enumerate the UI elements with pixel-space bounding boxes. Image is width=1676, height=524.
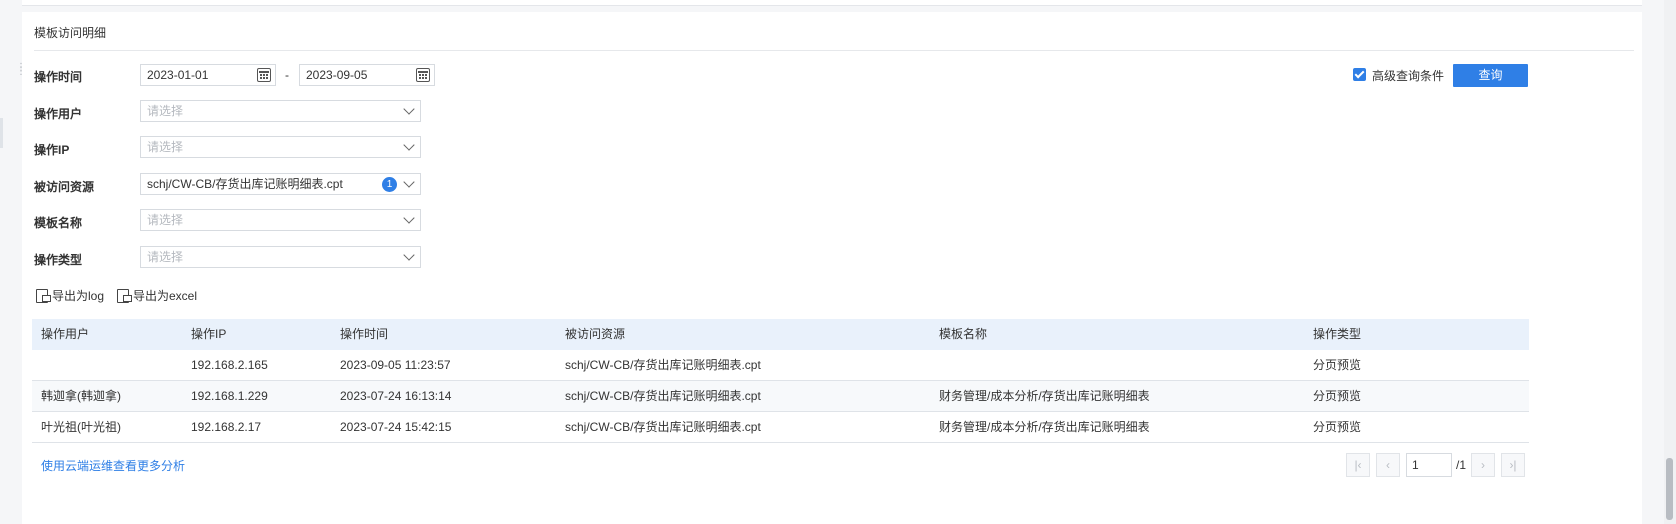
export-file-icon [117, 289, 132, 303]
left-edge-tab [0, 118, 3, 148]
panel-title: 模板访问明细 [34, 26, 107, 40]
table-row[interactable]: 叶光祖(叶光祖) 192.168.2.17 2023-07-24 15:42:1… [32, 412, 1529, 443]
table-row[interactable]: 韩迦拿(韩迦拿) 192.168.1.229 2023-07-24 16:13:… [32, 381, 1529, 412]
table-row[interactable]: 192.168.2.165 2023-09-05 11:23:57 schj/C… [32, 350, 1529, 381]
table-cell: 分页预览 [1313, 358, 1362, 372]
start-date-input[interactable]: 2023-01-01 [140, 64, 276, 86]
table-cell: 192.168.2.17 [191, 420, 262, 434]
operation-type-label: 操作类型 [34, 253, 83, 267]
table-cell: 叶光祖(叶光祖) [41, 420, 121, 434]
chevron-down-icon [403, 176, 415, 188]
column-header: 被访问资源 [565, 327, 626, 341]
chevron-down-icon [403, 212, 415, 224]
operation-user-select[interactable]: 请选择 [140, 100, 421, 122]
select-placeholder: 请选择 [147, 213, 184, 227]
table-cell: 2023-07-24 16:13:14 [340, 389, 452, 403]
export-excel-button[interactable]: 导出为excel [117, 287, 197, 304]
vertical-scrollbar[interactable] [1664, 0, 1676, 524]
advanced-query-checkbox[interactable] [1353, 68, 1366, 81]
export-log-label: 导出为log [52, 289, 105, 303]
export-file-icon [36, 289, 51, 303]
last-page-icon[interactable]: ›| [1501, 453, 1525, 477]
table-cell: schj/CW-CB/存货出库记账明细表.cpt [565, 420, 761, 434]
export-log-button[interactable]: 导出为log [36, 287, 104, 304]
select-placeholder: 请选择 [147, 104, 184, 118]
operation-ip-select[interactable]: 请选择 [140, 136, 421, 158]
operation-user-label: 操作用户 [34, 107, 83, 121]
next-page-icon[interactable]: › [1471, 453, 1495, 477]
column-header: 操作类型 [1313, 327, 1362, 341]
table-cell: 192.168.2.165 [191, 358, 268, 372]
scrollbar-thumb[interactable] [1666, 458, 1673, 520]
advanced-query-label[interactable]: 高级查询条件 [1372, 67, 1444, 84]
table-cell: 韩迦拿(韩迦拿) [41, 389, 121, 403]
more-analysis-link[interactable]: 使用云端运维查看更多分析 [41, 457, 185, 474]
operation-time-label: 操作时间 [34, 70, 83, 84]
export-excel-label: 导出为excel [133, 289, 198, 303]
template-name-label: 模板名称 [34, 216, 83, 230]
table-cell: 192.168.1.229 [191, 389, 268, 403]
chevron-down-icon [403, 103, 415, 115]
calendar-icon[interactable] [416, 68, 430, 82]
table-cell: 2023-07-24 15:42:15 [340, 420, 452, 434]
template-name-select[interactable]: 请选择 [140, 209, 421, 231]
table-cell: 财务管理/成本分析/存货出库记账明细表 [939, 420, 1150, 434]
template-access-panel: 模板访问明细 操作时间 2023-01-01 - 2023-09-05 操作用户… [22, 12, 1642, 524]
first-page-icon[interactable]: |‹ [1346, 453, 1370, 477]
page-number-input[interactable]: 1 [1406, 453, 1452, 477]
table-cell: 分页预览 [1313, 420, 1362, 434]
table-cell: 2023-09-05 11:23:57 [340, 358, 451, 372]
divider [34, 50, 1634, 51]
table-cell: schj/CW-CB/存货出库记账明细表.cpt [565, 358, 761, 372]
table-cell: 财务管理/成本分析/存货出库记账明细表 [939, 389, 1150, 403]
table-cell: schj/CW-CB/存货出库记账明细表.cpt [565, 389, 761, 403]
operation-type-select[interactable]: 请选择 [140, 246, 421, 268]
page-total: /1 [1456, 458, 1467, 472]
column-header: 操作IP [191, 327, 227, 341]
visited-resource-label: 被访问资源 [34, 180, 95, 194]
operation-ip-label: 操作IP [34, 143, 70, 157]
calendar-icon[interactable] [257, 68, 271, 82]
column-header: 操作时间 [340, 327, 389, 341]
table-cell: 分页预览 [1313, 389, 1362, 403]
chevron-down-icon [403, 249, 415, 261]
access-table: 操作用户 操作IP 操作时间 被访问资源 模板名称 操作类型 192.168.2… [32, 319, 1529, 443]
selected-resource-value: schj/CW-CB/存货出库记账明细表.cpt [147, 177, 343, 191]
select-placeholder: 请选择 [147, 140, 184, 154]
start-date-value: 2023-01-01 [147, 68, 209, 82]
end-date-value: 2023-09-05 [306, 68, 368, 82]
date-separator: - [285, 68, 289, 82]
chevron-down-icon [403, 139, 415, 151]
selected-count-badge: 1 [382, 177, 397, 192]
query-button[interactable]: 查询 [1453, 64, 1528, 87]
top-panel-edge [22, 0, 1642, 6]
column-header: 模板名称 [939, 327, 988, 341]
select-placeholder: 请选择 [147, 250, 184, 264]
end-date-input[interactable]: 2023-09-05 [299, 64, 435, 86]
visited-resource-select[interactable]: schj/CW-CB/存货出库记账明细表.cpt 1 [140, 173, 421, 195]
prev-page-icon[interactable]: ‹ [1376, 453, 1400, 477]
table-header: 操作用户 操作IP 操作时间 被访问资源 模板名称 操作类型 [32, 319, 1529, 350]
column-header: 操作用户 [41, 327, 90, 341]
